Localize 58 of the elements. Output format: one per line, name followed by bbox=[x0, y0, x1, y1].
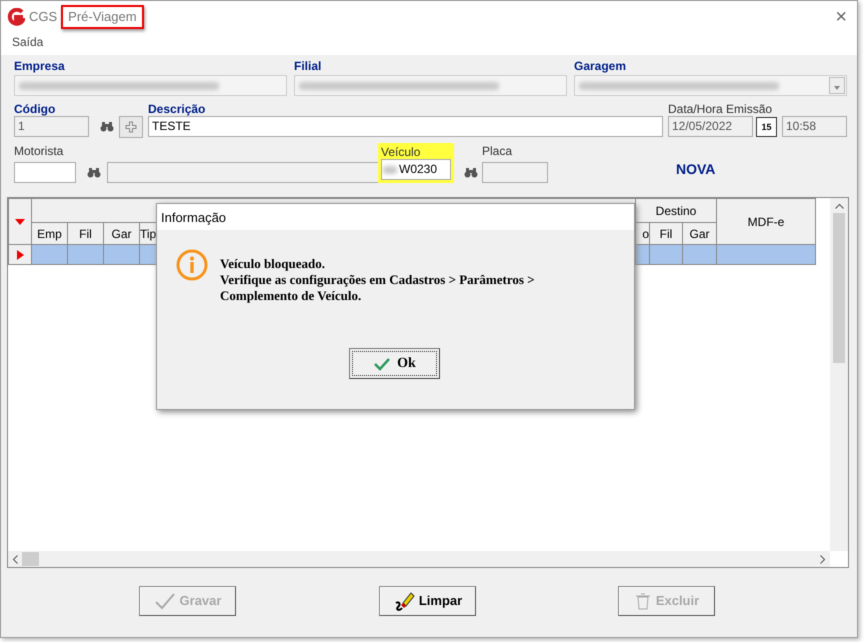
column-header: Fil bbox=[650, 222, 682, 244]
field-label: Placa bbox=[482, 144, 514, 158]
logo-icon bbox=[7, 8, 25, 26]
description-field[interactable]: TESTE bbox=[148, 116, 663, 137]
column-header: MDF-e bbox=[716, 198, 816, 244]
combo-field[interactable] bbox=[294, 75, 567, 96]
trash-icon bbox=[634, 591, 652, 611]
field-label: Descrição bbox=[148, 102, 206, 116]
menu-item[interactable]: Saída bbox=[12, 33, 44, 51]
binoculars-icon bbox=[100, 121, 114, 132]
vertical-scrollbar[interactable] bbox=[830, 198, 848, 551]
scroll-up-icon bbox=[834, 203, 844, 209]
row-pointer-icon bbox=[16, 250, 24, 260]
dropdown-field[interactable] bbox=[574, 75, 847, 96]
time-field[interactable]: 10:58 bbox=[782, 116, 847, 137]
sort-arrow-icon bbox=[15, 219, 25, 226]
column-header: Emp bbox=[32, 222, 68, 244]
field-label: Filial bbox=[294, 59, 322, 73]
dialog-message: Veículo bloqueado. Verifique as configurações em Cadastros > Parâmetros > Complemento de Veículo. bbox=[220, 256, 535, 305]
scroll-right-icon bbox=[820, 554, 826, 564]
field-label: Código bbox=[14, 102, 56, 116]
dialog-title: Informação bbox=[157, 204, 634, 230]
plate-field[interactable] bbox=[482, 162, 548, 183]
combo-field[interactable] bbox=[14, 75, 287, 96]
vehicle-field[interactable]: W0230 bbox=[381, 159, 451, 180]
binoculars-icon bbox=[87, 167, 101, 178]
column-header: Fil bbox=[68, 222, 104, 244]
driver-name-field[interactable] bbox=[107, 162, 381, 183]
check-icon bbox=[373, 356, 392, 370]
column-header: Gar bbox=[682, 222, 717, 244]
horizontal-scrollbar[interactable] bbox=[8, 551, 830, 567]
add-button[interactable] bbox=[119, 116, 143, 138]
eraser-icon bbox=[392, 591, 415, 611]
check-icon bbox=[154, 592, 176, 610]
app-name: CGS bbox=[29, 8, 58, 26]
close-button[interactable]: × bbox=[835, 7, 847, 27]
info-icon bbox=[176, 249, 208, 281]
clear-button[interactable]: Limpar bbox=[379, 586, 476, 616]
field-label: Garagem bbox=[574, 59, 628, 73]
column-header: Gar bbox=[104, 222, 140, 244]
field-label: Motorista bbox=[14, 144, 64, 158]
scroll-left-icon bbox=[12, 554, 18, 564]
driver-code-field[interactable] bbox=[14, 162, 76, 183]
scroll-thumb[interactable] bbox=[22, 552, 39, 566]
scroll-thumb[interactable] bbox=[833, 213, 845, 363]
blurred-value bbox=[383, 166, 397, 174]
date-field[interactable]: 12/05/2022 bbox=[668, 116, 753, 137]
field-label: Veículo bbox=[381, 145, 422, 159]
plus-icon bbox=[125, 120, 137, 132]
status-text: NOVA bbox=[676, 160, 716, 179]
field-label: Empresa bbox=[14, 59, 66, 73]
group-header: Destino bbox=[636, 198, 717, 222]
window-title: Pré-Viagem bbox=[61, 5, 144, 29]
ok-button[interactable]: Ok bbox=[349, 348, 440, 379]
code-field[interactable]: 1 bbox=[14, 116, 89, 137]
field-label: Data/Hora Emissão bbox=[668, 102, 774, 116]
calendar-button[interactable]: 15 bbox=[756, 116, 777, 136]
binoculars-icon bbox=[464, 167, 478, 178]
